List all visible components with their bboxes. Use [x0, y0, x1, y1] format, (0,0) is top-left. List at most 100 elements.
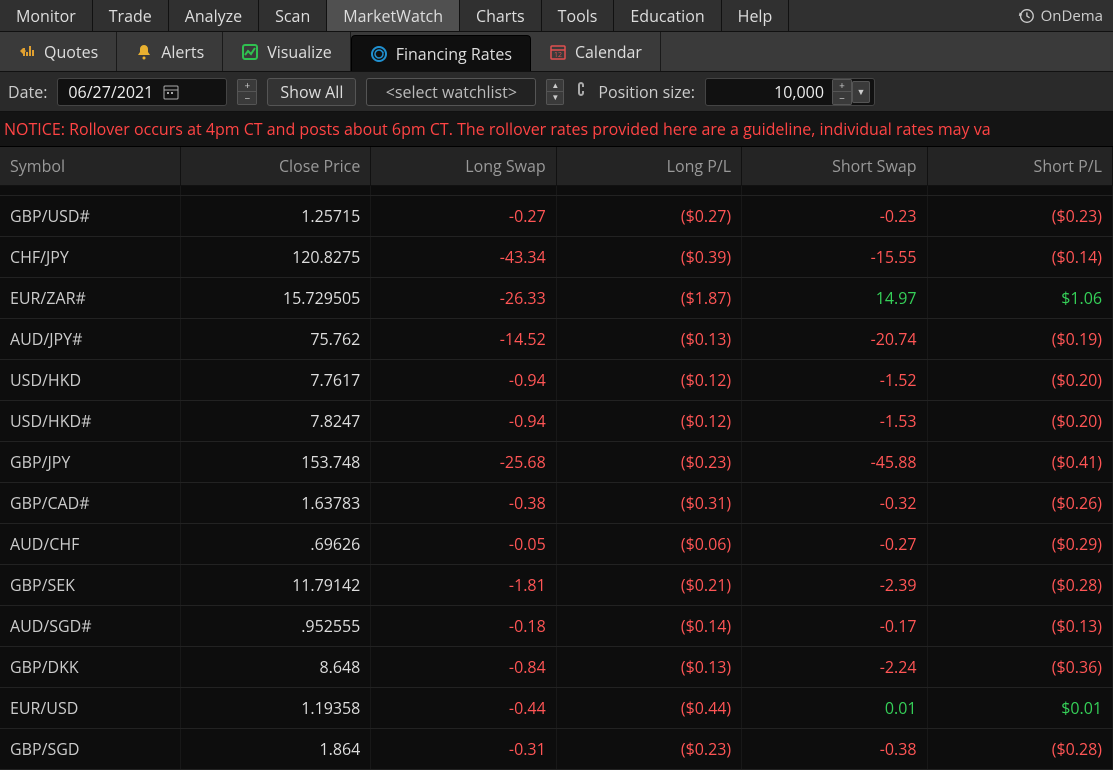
cell-long-pl: ($0.44) [556, 688, 741, 729]
menu-item-education[interactable]: Education [614, 0, 721, 31]
column-header-long-swap[interactable]: Long Swap [371, 147, 556, 186]
watchlist-stepper[interactable]: ▲ ▼ [546, 79, 564, 105]
cell-close-price: 8.648 [180, 647, 370, 688]
cell-close-price: 153.748 [180, 442, 370, 483]
cell-symbol: GBP/DKK [0, 647, 180, 688]
cell-long-pl: ($0.06) [556, 524, 741, 565]
position-size-label: Position size: [598, 81, 695, 103]
cell-short-swap: 0.01 [742, 688, 927, 729]
table-row[interactable]: GBP/DKK8.648-0.84($0.13)-2.24($0.36) [0, 647, 1113, 688]
cell-short-swap: -20.74 [742, 319, 927, 360]
column-header-close-price[interactable]: Close Price [180, 147, 370, 186]
cell-close-price: 1.19358 [180, 688, 370, 729]
menu-item-trade[interactable]: Trade [93, 0, 169, 31]
cell-short-pl: ($0.13) [927, 606, 1112, 647]
menu-item-marketwatch[interactable]: MarketWatch [327, 0, 460, 31]
watchlist-stepper-up[interactable]: ▲ [547, 80, 563, 92]
table-row[interactable]: CHF/JPY120.8275-43.34($0.39)-15.55($0.14… [0, 237, 1113, 278]
menu-item-tools[interactable]: Tools [542, 0, 615, 31]
cell-symbol: GBP/SEK [0, 565, 180, 606]
position-size-input[interactable]: 10,000 + − ▼ [705, 78, 875, 106]
table-row[interactable]: USD/HKD7.7617-0.94($0.12)-1.52($0.20) [0, 360, 1113, 401]
cell-long-pl: ($0.13) [556, 647, 741, 688]
tab-financing-rates[interactable]: Financing Rates [351, 35, 531, 71]
table-row[interactable]: GBP/JPY153.748-25.68($0.23)-45.88($0.41) [0, 442, 1113, 483]
financing-icon [370, 45, 388, 63]
column-header-short-swap[interactable]: Short Swap [742, 147, 927, 186]
tab-quotes[interactable]: Quotes [0, 32, 117, 71]
ondemand-button[interactable]: OnDema [1007, 0, 1113, 31]
notice-banner: NOTICE: Rollover occurs at 4pm CT and po… [0, 112, 1113, 147]
cell-symbol: EUR/ZAR# [0, 278, 180, 319]
cell-short-swap: -15.55 [742, 237, 927, 278]
cell-long-pl: ($0.12) [556, 401, 741, 442]
cell-long-swap: -0.31 [371, 729, 556, 770]
column-header-short-p-l[interactable]: Short P/L [927, 147, 1112, 186]
cell-long-swap: -0.84 [371, 647, 556, 688]
cell-symbol: USD/HKD [0, 360, 180, 401]
table-row[interactable]: EUR/USD1.19358-0.44($0.44)0.01$0.01 [0, 688, 1113, 729]
menu-item-scan[interactable]: Scan [259, 0, 327, 31]
position-size-stepper-down[interactable]: − [833, 92, 851, 104]
cell-symbol: GBP/SGD [0, 729, 180, 770]
cell-symbol: USD/HKD# [0, 401, 180, 442]
cell-short-pl: $0.01 [927, 688, 1112, 729]
table-row[interactable]: USD/HKD#7.8247-0.94($0.12)-1.53($0.20) [0, 401, 1113, 442]
date-stepper-down[interactable]: − [238, 92, 256, 104]
column-header-long-p-l[interactable]: Long P/L [556, 147, 741, 186]
cell-short-pl: ($0.14) [927, 237, 1112, 278]
cell-close-price: 1.864 [180, 729, 370, 770]
cell-short-swap: 14.97 [742, 278, 927, 319]
cell-symbol: AUD/SGD# [0, 606, 180, 647]
menu-item-help[interactable]: Help [722, 0, 790, 31]
cell-long-pl: ($0.14) [556, 606, 741, 647]
tab-alerts[interactable]: Alerts [117, 32, 223, 71]
date-input[interactable]: 06/27/2021 [57, 78, 227, 106]
cell-close-price: 1.25715 [180, 196, 370, 237]
cell-short-swap: -0.32 [742, 483, 927, 524]
position-size-stepper-up[interactable]: + [833, 80, 851, 92]
calendar-icon[interactable] [163, 84, 179, 100]
cell-long-swap: -14.52 [371, 319, 556, 360]
menu-item-analyze[interactable]: Analyze [169, 0, 259, 31]
table-row[interactable]: AUD/CHF.69626-0.05($0.06)-0.27($0.29) [0, 524, 1113, 565]
show-all-button[interactable]: Show All [267, 78, 356, 106]
cell-close-price: 7.8247 [180, 401, 370, 442]
calendar-icon: 12 [549, 43, 567, 61]
cell-long-swap: -0.05 [371, 524, 556, 565]
table-row[interactable]: GBP/SEK11.79142-1.81($0.21)-2.39($0.28) [0, 565, 1113, 606]
table-row[interactable]: EUR/ZAR#15.729505-26.33($1.87)14.97$1.06 [0, 278, 1113, 319]
menu-item-charts[interactable]: Charts [460, 0, 542, 31]
clock-back-icon [1017, 7, 1035, 25]
main-menu: MonitorTradeAnalyzeScanMarketWatchCharts… [0, 0, 1113, 32]
cell-symbol: GBP/CAD# [0, 483, 180, 524]
cell-symbol: GBP/JPY [0, 442, 180, 483]
watchlist-select[interactable]: <select watchlist> [366, 78, 536, 106]
position-size-value: 10,000 [706, 81, 832, 103]
cell-short-pl: ($0.20) [927, 401, 1112, 442]
cell-long-swap: -0.94 [371, 401, 556, 442]
link-icon[interactable] [574, 81, 588, 102]
cell-short-pl: ($0.41) [927, 442, 1112, 483]
tab-label: Visualize [267, 41, 331, 63]
table-row[interactable]: GBP/SGD1.864-0.31($0.23)-0.38($0.28) [0, 729, 1113, 770]
column-header-symbol[interactable]: Symbol [0, 147, 180, 186]
watchlist-stepper-down[interactable]: ▼ [547, 92, 563, 104]
svg-text:12: 12 [554, 51, 562, 60]
menu-item-monitor[interactable]: Monitor [0, 0, 93, 31]
cell-short-swap: -0.17 [742, 606, 927, 647]
date-stepper[interactable]: + − [237, 79, 257, 105]
tab-label: Quotes [44, 41, 98, 63]
position-size-stepper[interactable]: + − [832, 79, 852, 105]
table-row[interactable]: GBP/USD#1.25715-0.27($0.27)-0.23($0.23) [0, 196, 1113, 237]
cell-close-price: .952555 [180, 606, 370, 647]
table-row[interactable]: GBP/CAD#1.63783-0.38($0.31)-0.32($0.26) [0, 483, 1113, 524]
date-stepper-up[interactable]: + [238, 80, 256, 92]
table-row[interactable]: AUD/SGD#.952555-0.18($0.14)-0.17($0.13) [0, 606, 1113, 647]
position-size-dropdown[interactable]: ▼ [852, 81, 870, 103]
tab-visualize[interactable]: Visualize [223, 32, 350, 71]
table-row[interactable]: AUD/JPY#75.762-14.52($0.13)-20.74($0.19) [0, 319, 1113, 360]
tab-calendar[interactable]: 12Calendar [531, 32, 661, 71]
cell-short-swap: -2.24 [742, 647, 927, 688]
cell-short-swap: -0.23 [742, 196, 927, 237]
